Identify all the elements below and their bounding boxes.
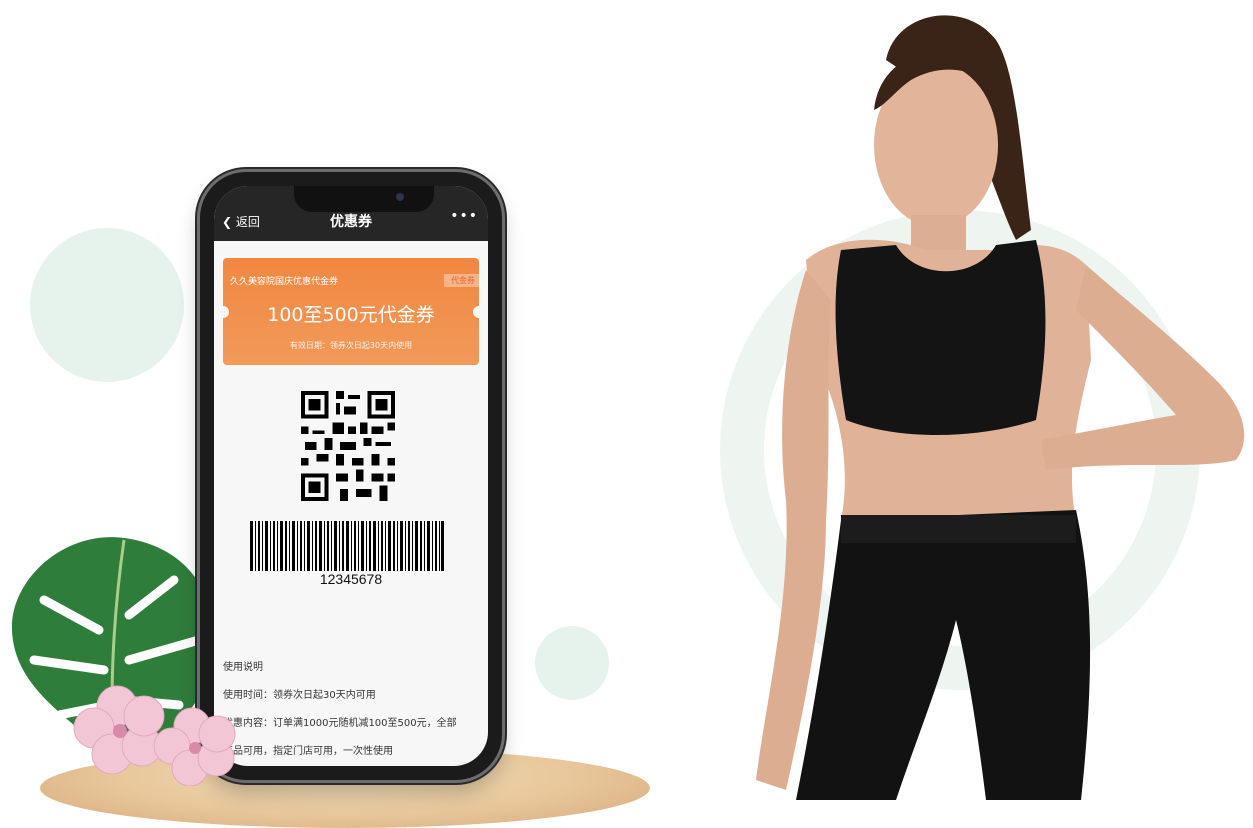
coupon-validity: 有效日期：领券次日起30天内使用 xyxy=(289,341,413,350)
decorative-small-circle xyxy=(535,626,609,700)
coupon-store-name: 久久美容院国庆优惠代金券 xyxy=(230,277,339,287)
barcode-number: 12345678 xyxy=(319,571,383,587)
usage-instructions: 使用说明 使用时间：领券次日起30天内可用 优惠内容：订单满1000元随机减10… xyxy=(223,658,485,766)
page-title: 优惠券 xyxy=(330,214,372,230)
smartphone-mockup: ❮ 返回 优惠券 ••• 久久美容院国庆优惠代金券 代金券 100至500元代金… xyxy=(200,172,502,780)
phone-notch xyxy=(294,186,434,212)
fitness-model-image xyxy=(756,15,1245,800)
coupon-card[interactable]: 久久美容院国庆优惠代金券 代金券 100至500元代金券 有效日期：领券次日起3… xyxy=(217,258,485,365)
qr-code-icon xyxy=(300,391,396,501)
camera-icon xyxy=(396,193,404,201)
usage-content-line1: 优惠内容：订单满1000元随机减100至500元，全部 xyxy=(223,718,457,729)
usage-time: 使用时间：领券次日起30天内可用 xyxy=(223,690,376,701)
usage-heading: 使用说明 xyxy=(223,662,263,673)
phone-screen: ❮ 返回 优惠券 ••• 久久美容院国庆优惠代金券 代金券 100至500元代金… xyxy=(214,186,488,766)
coupon-type-badge: 代金券 xyxy=(444,274,479,287)
more-options-icon[interactable]: ••• xyxy=(450,208,478,224)
decorative-mint-circle xyxy=(30,228,184,382)
cherry-blossom-icon xyxy=(73,685,236,786)
coupon-amount: 100至500元代金券 xyxy=(267,304,435,326)
barcode-icon xyxy=(250,521,444,571)
usage-content-line2: 商品可用，指定门店可用，一次性使用 xyxy=(223,746,393,757)
